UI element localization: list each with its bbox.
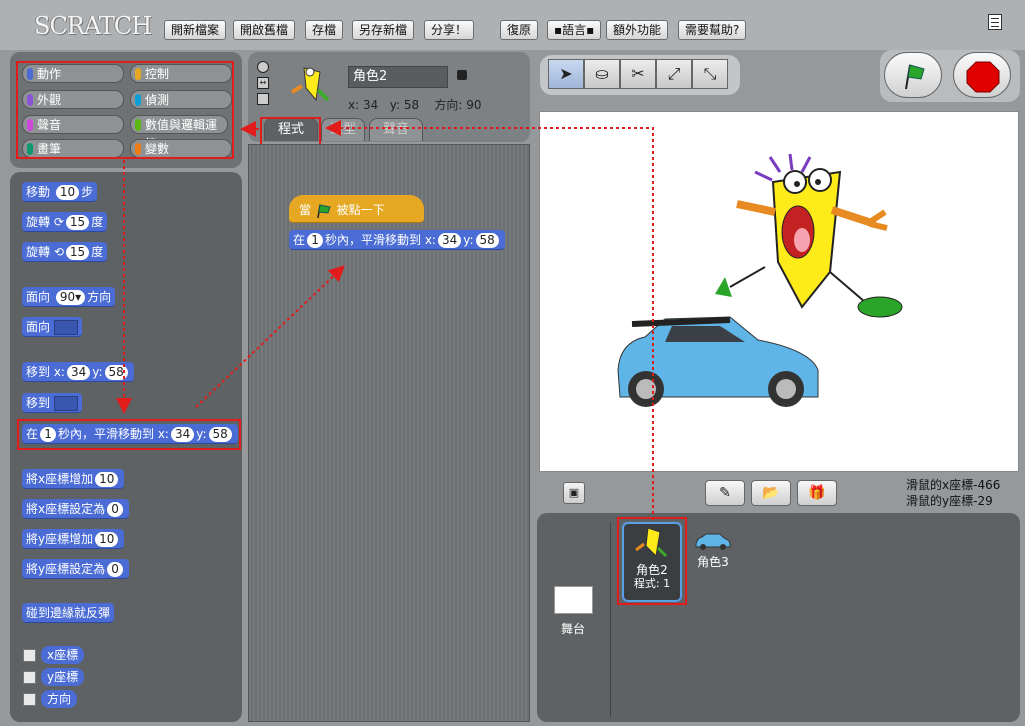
tab-sounds[interactable]: 聲音 (369, 118, 423, 141)
shrink-tool-icon[interactable]: ⤡ (692, 59, 728, 89)
pointer-tool-icon[interactable]: ➤ (548, 59, 584, 89)
rotate-ccw-icon: ⟲ (53, 245, 64, 259)
menu-save[interactable]: 存檔 (305, 20, 344, 40)
block-set-x[interactable]: 將x座標設定為 0 (22, 499, 130, 519)
reporter-direction[interactable]: 方向 (41, 690, 78, 708)
corral-divider (610, 522, 611, 717)
paint-new-sprite-icon[interactable]: ✎ (705, 480, 745, 506)
tab-highlight-box (260, 117, 321, 147)
block-point-towards[interactable]: 面向 (22, 317, 83, 337)
checkbox-x[interactable] (23, 649, 36, 662)
rotate-cw-icon: ⟳ (53, 215, 64, 229)
category-highlight-box (16, 61, 234, 159)
sprite3-tile[interactable]: 角色3 (694, 532, 732, 570)
checkbox-direction[interactable] (23, 693, 36, 706)
block-goto[interactable]: 移到 (22, 393, 83, 413)
sprite-tile-highlight-box (617, 517, 687, 605)
car-sprite (617, 316, 819, 407)
scratch-logo: SCRATCH (34, 12, 152, 40)
sprite-thumbnail (290, 67, 330, 102)
dropdown-icon (54, 320, 79, 335)
tab-costumes[interactable]: 造型 (321, 118, 365, 141)
stage-thumbnail[interactable] (554, 586, 593, 614)
reporter-y[interactable]: y座標 (41, 668, 85, 686)
rotate-style-icon[interactable] (257, 61, 269, 73)
sprite3-name: 角色3 (697, 555, 729, 569)
menu-help[interactable]: 需要幫助? (678, 20, 747, 40)
block-bounce[interactable]: 碰到邊緣就反彈 (22, 603, 115, 623)
scissors-tool-icon[interactable]: ✂ (620, 59, 656, 89)
grow-tool-icon[interactable]: ⤢ (656, 59, 692, 89)
menu-undo[interactable]: 復原 (500, 20, 539, 40)
menu-extras[interactable]: 額外功能 (606, 20, 669, 40)
flip-style-icon[interactable]: ↔ (257, 77, 269, 89)
menu-open[interactable]: 開啟舊檔 (233, 20, 296, 40)
stop-button[interactable] (953, 52, 1011, 98)
menu-save-as[interactable]: 另存新檔 (352, 20, 415, 40)
sprite-coordinates: x: 34 y: 58 方向: 90 (348, 98, 482, 112)
block-turn-left[interactable]: 旋轉 ⟲ 15 度 (22, 242, 108, 262)
block-goto-xy[interactable]: 移到 x: 34 y: 58 (22, 362, 134, 382)
choose-sprite-file-icon[interactable]: 📂 (751, 480, 791, 506)
menu-share[interactable]: 分享！ (424, 20, 475, 40)
checkbox-y[interactable] (23, 671, 36, 684)
block-turn-right[interactable]: 旋轉 ⟳ 15 度 (22, 212, 108, 232)
green-flag-button[interactable] (884, 52, 942, 98)
green-flag-icon (905, 64, 925, 90)
cartoon-sprite (715, 153, 903, 318)
sprite-name-field[interactable]: 角色2 (348, 66, 448, 88)
block-change-x[interactable]: 將x座標增加 10 (22, 469, 125, 489)
block-move-steps[interactable]: 移動 10 步 (22, 182, 98, 202)
stop-icon (966, 61, 1000, 93)
dropdown-icon (54, 396, 79, 411)
green-flag-icon (317, 203, 331, 218)
reporter-x[interactable]: x座標 (41, 646, 85, 664)
stage-canvas (617, 153, 903, 407)
menu-language[interactable]: ▪語言▪ (547, 20, 602, 40)
script-block-glide[interactable]: 在 1 秒內，平滑移動到 x: 34 y: 58 (289, 230, 505, 250)
menu-new[interactable]: 開新檔案 (164, 20, 227, 40)
block-when-flag-clicked[interactable]: 當 被點一下 (289, 195, 424, 223)
stage[interactable] (539, 111, 1019, 472)
glide-highlight-box (17, 419, 241, 450)
random-sprite-icon[interactable]: 🎁 (797, 480, 837, 506)
mouse-coordinates: 滑鼠的x座標-466 滑鼠的y座標-29 (906, 478, 1001, 508)
stage-label: 舞台 (561, 622, 586, 636)
presentation-mode-icon[interactable]: ▣ (563, 482, 585, 504)
block-point-direction[interactable]: 面向 90▾ 方向 (22, 287, 116, 307)
lock-icon[interactable] (457, 70, 467, 80)
stamp-tool-icon[interactable]: ⛀ (584, 59, 620, 89)
notes-icon[interactable] (988, 14, 1002, 30)
block-set-y[interactable]: 將y座標設定為 0 (22, 559, 130, 579)
no-rotate-icon[interactable] (257, 93, 269, 105)
block-change-y[interactable]: 將y座標增加 10 (22, 529, 125, 549)
car-thumbnail-icon (695, 533, 731, 550)
